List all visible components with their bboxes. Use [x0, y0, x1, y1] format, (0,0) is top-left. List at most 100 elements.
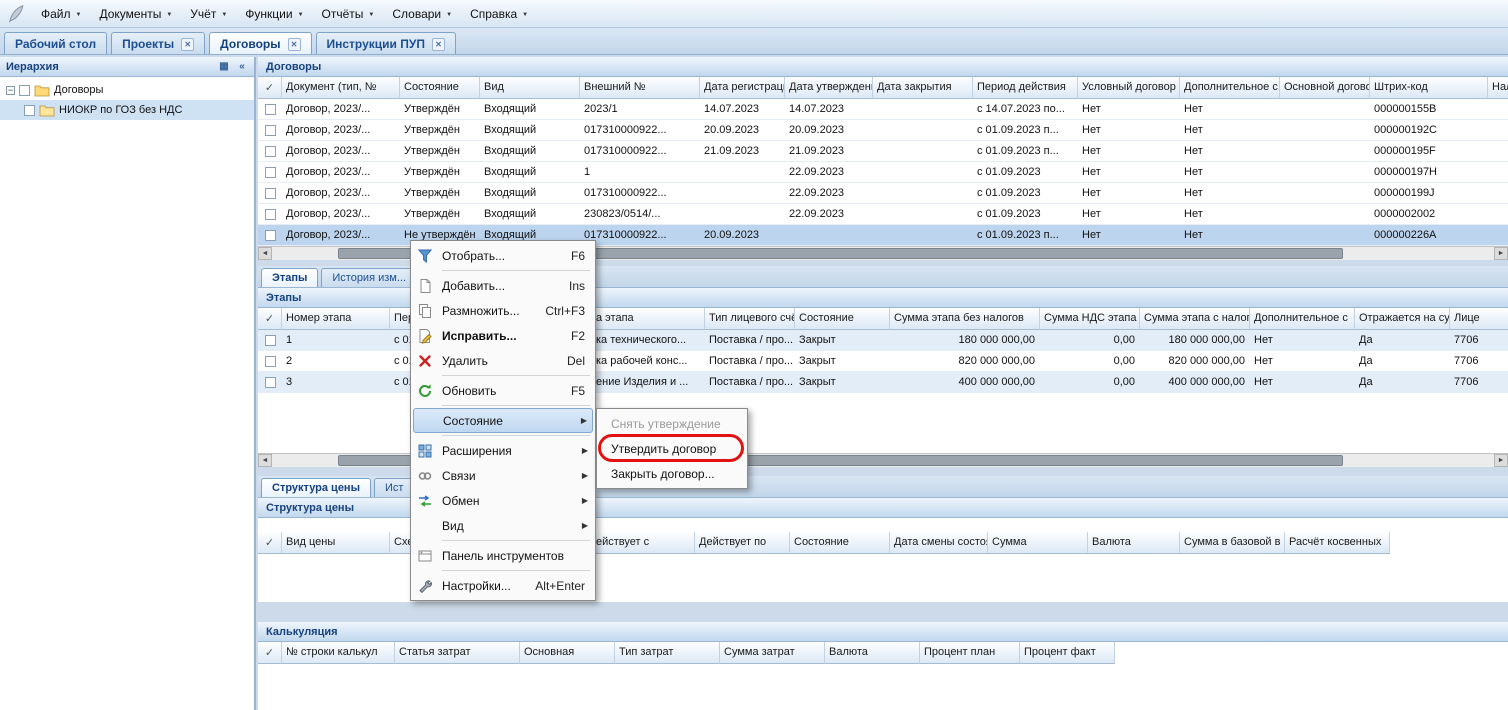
submenu-item-remove-approval[interactable]: Снять утверждение [599, 411, 745, 436]
column-header[interactable]: Дополнительное с [1250, 308, 1355, 330]
column-header[interactable]: Дата смены состоя [890, 532, 988, 554]
column-header[interactable]: а этапа [592, 308, 705, 330]
column-header[interactable]: Дата регистрации [700, 77, 785, 99]
column-header[interactable]: Лице [1450, 308, 1508, 330]
column-header[interactable]: Документ (тип, № [282, 77, 400, 99]
menu-file[interactable]: Файл▼ [32, 2, 90, 26]
tab-price-structure[interactable]: Структура цены [261, 478, 371, 497]
column-header[interactable]: Дата утверждения [785, 77, 873, 99]
scroll-left-icon[interactable]: ◄ [258, 454, 272, 467]
row-checkbox[interactable] [265, 335, 276, 346]
column-header[interactable]: Отражается на су [1355, 308, 1450, 330]
menu-item-refresh[interactable]: Обновить F5 [413, 378, 593, 403]
grid-view-icon[interactable]: ▦ [216, 59, 232, 74]
table-row[interactable]: Договор, 2023/...УтверждёнВходящий017310… [258, 183, 1508, 204]
menu-documents[interactable]: Документы▼ [90, 2, 181, 26]
collapse-panel-icon[interactable]: « [234, 59, 250, 74]
menu-item-view[interactable]: Вид ▶ [413, 513, 593, 538]
column-header[interactable]: Внешний № [580, 77, 700, 99]
column-header[interactable]: № строки калькул [282, 642, 395, 664]
menu-item-state[interactable]: Состояние ▶ [413, 408, 593, 433]
menu-item-delete[interactable]: Удалить Del [413, 348, 593, 373]
table-row[interactable]: Договор, 2023/...УтверждёнВходящий2023/1… [258, 99, 1508, 120]
table-row[interactable]: Договор, 2023/...УтверждёнВходящий017310… [258, 120, 1508, 141]
column-header[interactable]: Сумма этапа с налогами [1140, 308, 1250, 330]
column-header[interactable]: Тип затрат [615, 642, 720, 664]
column-header[interactable]: Тип лицевого счёт [705, 308, 795, 330]
menu-functions[interactable]: Функции▼ [236, 2, 312, 26]
column-header[interactable]: Дата закрытия [873, 77, 973, 99]
menu-item-settings[interactable]: Настройки... Alt+Enter [413, 573, 593, 598]
column-header[interactable]: Сумма [988, 532, 1088, 554]
scroll-right-icon[interactable]: ► [1494, 247, 1508, 260]
column-header[interactable]: Период действия [973, 77, 1078, 99]
tab-price-history[interactable]: Ист [374, 478, 414, 497]
column-header[interactable]: Основной договор [1280, 77, 1370, 99]
table-row[interactable]: Договор, 2023/...УтверждёнВходящий122.09… [258, 162, 1508, 183]
tab-projects[interactable]: Проекты✕ [111, 32, 205, 54]
column-header[interactable]: Вид цены [282, 532, 390, 554]
menu-help[interactable]: Справка▼ [461, 2, 537, 26]
close-icon[interactable]: ✕ [288, 38, 301, 51]
tab-instructions[interactable]: Инструкции ПУП✕ [316, 32, 456, 54]
column-header[interactable]: ✓ [258, 77, 282, 99]
tab-contracts[interactable]: Договоры✕ [209, 32, 311, 54]
menu-item-exchange[interactable]: Обмен ▶ [413, 488, 593, 513]
column-header[interactable]: Сумма этапа без налогов [890, 308, 1040, 330]
column-header[interactable]: Номер этапа [282, 308, 390, 330]
menu-item-duplicate[interactable]: Размножить... Ctrl+F3 [413, 298, 593, 323]
tree-checkbox[interactable] [24, 105, 35, 116]
submenu-item-close-contract[interactable]: Закрыть договор... [599, 461, 745, 486]
column-header[interactable]: Расчёт косвенных [1285, 532, 1390, 554]
tree-item-contracts[interactable]: − Договоры [0, 80, 254, 100]
column-header[interactable]: Сумма затрат [720, 642, 825, 664]
row-checkbox[interactable] [265, 356, 276, 367]
column-header[interactable]: Условный договор [1078, 77, 1180, 99]
row-checkbox[interactable] [265, 146, 276, 157]
column-header[interactable]: Дополнительное с [1180, 77, 1280, 99]
column-header[interactable]: Вид [480, 77, 580, 99]
tab-stages[interactable]: Этапы [261, 268, 318, 287]
column-header[interactable]: Нало [1488, 77, 1508, 99]
column-header[interactable]: Сумма в базовой в [1180, 532, 1285, 554]
row-checkbox[interactable] [265, 188, 276, 199]
column-header[interactable]: Состояние [400, 77, 480, 99]
row-checkbox[interactable] [265, 209, 276, 220]
column-header[interactable]: Процент факт [1020, 642, 1115, 664]
column-header[interactable]: ✓ [258, 308, 282, 330]
menu-accounting[interactable]: Учёт▼ [181, 2, 236, 26]
row-checkbox[interactable] [265, 230, 276, 241]
collapse-node-icon[interactable]: − [6, 86, 15, 95]
row-checkbox[interactable] [265, 377, 276, 388]
menu-item-filter[interactable]: Отобрать... F6 [413, 243, 593, 268]
row-checkbox[interactable] [265, 125, 276, 136]
menu-item-add[interactable]: Добавить... Ins [413, 273, 593, 298]
menu-item-toolbar[interactable]: Панель инструментов [413, 543, 593, 568]
row-checkbox[interactable] [265, 167, 276, 178]
scroll-left-icon[interactable]: ◄ [258, 247, 272, 260]
row-checkbox[interactable] [265, 104, 276, 115]
close-icon[interactable]: ✕ [181, 38, 194, 51]
menu-dictionaries[interactable]: Словари▼ [383, 2, 461, 26]
column-header[interactable]: Валюта [825, 642, 920, 664]
column-header[interactable]: Состояние [790, 532, 890, 554]
column-header[interactable]: Валюта [1088, 532, 1180, 554]
scroll-right-icon[interactable]: ► [1494, 454, 1508, 467]
tree-item-niokr[interactable]: НИОКР по ГОЗ без НДС [0, 100, 254, 120]
menu-reports[interactable]: Отчёты▼ [313, 2, 384, 26]
tab-change-history[interactable]: История изм... [321, 268, 417, 287]
submenu-item-approve-contract[interactable]: Утвердить договор [599, 436, 745, 461]
column-header[interactable]: Основная [520, 642, 615, 664]
column-header[interactable]: ействует с [592, 532, 695, 554]
menu-item-extensions[interactable]: Расширения ▶ [413, 438, 593, 463]
column-header[interactable]: Статья затрат [395, 642, 520, 664]
column-header[interactable]: Процент план [920, 642, 1020, 664]
column-header[interactable]: Сумма НДС этапа [1040, 308, 1140, 330]
tab-desktop[interactable]: Рабочий стол [4, 32, 107, 54]
column-header[interactable]: ✓ [258, 532, 282, 554]
close-icon[interactable]: ✕ [432, 38, 445, 51]
column-header[interactable]: Штрих-код [1370, 77, 1488, 99]
menu-item-edit[interactable]: Исправить... F2 [413, 323, 593, 348]
table-row[interactable]: Договор, 2023/...УтверждёнВходящий017310… [258, 141, 1508, 162]
tree-checkbox[interactable] [19, 85, 30, 96]
